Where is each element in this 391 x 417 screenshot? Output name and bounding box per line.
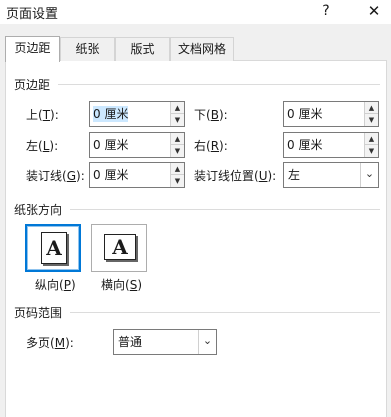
gutter-position-value: 左 (288, 168, 301, 182)
portrait-button[interactable]: A (25, 224, 81, 272)
close-button[interactable]: ✕ (360, 0, 388, 22)
landscape-page-icon: A (104, 234, 136, 260)
bottom-margin-value[interactable]: 0 厘米 (287, 106, 322, 122)
triangle-up-icon[interactable]: ▲ (171, 133, 184, 145)
portrait-page-icon: A (41, 232, 67, 264)
tab-margins[interactable]: 页边距 (5, 36, 60, 62)
landscape-label: 横向(S) (101, 278, 143, 292)
right-margin-value[interactable]: 0 厘米 (287, 137, 322, 153)
triangle-down-icon[interactable]: ▼ (171, 145, 184, 157)
gutter-label: 装订线(G): (26, 169, 85, 183)
pages-group-label: 页码范围 (14, 306, 63, 320)
tab-layout[interactable]: 版式 (115, 37, 170, 61)
tab-paper[interactable]: 纸张 (60, 37, 115, 61)
chevron-down-icon[interactable]: ⌄ (360, 163, 378, 187)
bottom-margin-spinner[interactable]: 0 厘米 ▲ ▼ (283, 101, 379, 127)
left-margin-spinner[interactable]: 0 厘米 ▲ ▼ (89, 132, 185, 158)
gutter-value[interactable]: 0 厘米 (93, 167, 128, 183)
gutter-position-label: 装订线位置(U): (194, 169, 277, 183)
portrait-label: 纵向(P) (35, 278, 76, 292)
help-button[interactable]: ? (314, 0, 338, 22)
triangle-down-icon[interactable]: ▼ (171, 175, 184, 187)
gutter-position-select[interactable]: 左 ⌄ (283, 162, 379, 188)
orientation-group-label: 纸张方向 (14, 203, 63, 217)
multiple-pages-select[interactable]: 普通 ⌄ (113, 329, 217, 355)
bottom-margin-label: 下(B): (194, 108, 228, 122)
right-margin-spinner[interactable]: 0 厘米 ▲ ▼ (283, 132, 379, 158)
gutter-spinner[interactable]: 0 厘米 ▲ ▼ (89, 162, 185, 188)
triangle-down-icon[interactable]: ▼ (365, 114, 378, 126)
top-margin-value[interactable]: 0 厘米 (93, 106, 129, 122)
divider (70, 312, 380, 313)
triangle-up-icon[interactable]: ▲ (171, 163, 184, 175)
margins-group-label: 页边距 (14, 78, 51, 92)
top-margin-label: 上(T): (26, 108, 59, 122)
chevron-down-icon[interactable]: ⌄ (198, 330, 216, 354)
multiple-pages-label: 多页(M): (26, 336, 74, 350)
triangle-down-icon[interactable]: ▼ (171, 114, 184, 126)
multiple-pages-value: 普通 (118, 335, 143, 349)
triangle-up-icon[interactable]: ▲ (171, 102, 184, 114)
top-margin-spinner[interactable]: 0 厘米 ▲ ▼ (89, 101, 185, 127)
left-margin-label: 左(L): (26, 139, 59, 153)
divider (58, 84, 380, 85)
landscape-button[interactable]: A (91, 224, 147, 272)
left-margin-value[interactable]: 0 厘米 (93, 137, 128, 153)
dialog-title: 页面设置 (6, 7, 59, 22)
right-margin-label: 右(R): (194, 139, 228, 153)
divider (70, 209, 380, 210)
tab-document-grid[interactable]: 文档网格 (170, 37, 234, 61)
triangle-down-icon[interactable]: ▼ (365, 145, 378, 157)
triangle-up-icon[interactable]: ▲ (365, 102, 378, 114)
triangle-up-icon[interactable]: ▲ (365, 133, 378, 145)
